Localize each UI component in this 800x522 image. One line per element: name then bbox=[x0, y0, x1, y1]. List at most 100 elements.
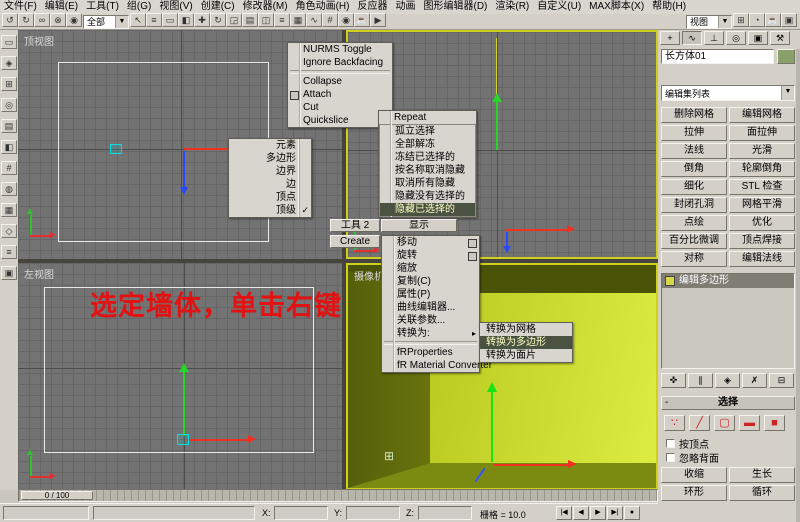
toolbar-icon[interactable]: ◔ bbox=[749, 13, 765, 27]
side-toolbar-icon[interactable]: ◈ bbox=[1, 56, 17, 70]
gizmo-x-axis[interactable] bbox=[494, 464, 568, 466]
gizmo-x-axis[interactable] bbox=[186, 439, 248, 441]
viewport-label[interactable]: 左视图 bbox=[24, 266, 54, 281]
modifier-button[interactable]: 对称 bbox=[661, 251, 727, 267]
menu-item[interactable]: 关联参数... bbox=[382, 314, 479, 327]
stack-tool-icon[interactable]: ✗ bbox=[742, 373, 767, 388]
side-toolbar-icon[interactable]: ▤ bbox=[1, 119, 17, 133]
menu-item[interactable]: 组(G) bbox=[123, 0, 155, 14]
playback-button-icon[interactable]: ◀ bbox=[573, 506, 589, 520]
quad-item-create[interactable]: Create bbox=[330, 235, 380, 248]
tab-modify-icon[interactable]: ∿ bbox=[682, 31, 702, 45]
x-coordinate-field[interactable] bbox=[274, 506, 328, 520]
toolbar-icon[interactable]: ⊞ bbox=[733, 13, 749, 27]
subobject-level-icon[interactable]: ▬ bbox=[739, 415, 760, 431]
modifier-button[interactable]: 封闭孔洞 bbox=[661, 197, 727, 213]
toolbar-icon[interactable]: ◉ bbox=[66, 13, 82, 27]
menu-item[interactable]: NURMS Toggle bbox=[288, 43, 392, 56]
y-coordinate-field[interactable] bbox=[346, 506, 400, 520]
menu-item[interactable]: Collapse bbox=[288, 75, 392, 88]
modifier-button[interactable]: 编辑网格 bbox=[729, 107, 795, 123]
stack-tool-icon[interactable]: ∥ bbox=[688, 373, 713, 388]
object-name-field[interactable]: 长方体01 bbox=[661, 49, 774, 64]
menu-item[interactable]: 移动 bbox=[382, 236, 479, 249]
menu-item[interactable]: Quickslice bbox=[288, 114, 392, 127]
playback-button-icon[interactable]: ▶ bbox=[590, 506, 606, 520]
menu-item[interactable]: MAX脚本(X) bbox=[585, 0, 648, 14]
toolbar-icon[interactable]: ⊗ bbox=[50, 13, 66, 27]
subobject-level-icon[interactable]: ∵ bbox=[664, 415, 685, 431]
menu-item[interactable]: 属性(P) bbox=[382, 288, 479, 301]
modifier-button[interactable]: 法线 bbox=[661, 143, 727, 159]
modifier-button[interactable]: 细化 bbox=[661, 179, 727, 195]
gizmo-y-axis[interactable] bbox=[183, 372, 185, 436]
menu-item[interactable]: 反应器 bbox=[353, 0, 391, 14]
by-vertex-checkbox[interactable]: 按顶点 bbox=[666, 436, 709, 451]
toolbar-icon[interactable]: ▭ bbox=[162, 13, 178, 27]
menu-item[interactable]: 转换为: ▸ bbox=[382, 327, 479, 340]
menu-item[interactable]: 创建(C) bbox=[197, 0, 239, 14]
stack-tool-icon[interactable]: ◈ bbox=[715, 373, 740, 388]
toolbar-icon[interactable]: # bbox=[322, 13, 338, 27]
menu-item[interactable]: 顶点 bbox=[229, 191, 311, 204]
menu-item[interactable]: Attach bbox=[288, 88, 392, 101]
toolbar-icon[interactable]: ▣ bbox=[781, 13, 797, 27]
viewport-label[interactable]: 顶视图 bbox=[24, 33, 54, 48]
toolbar-icon[interactable]: ≡ bbox=[146, 13, 162, 27]
selection-button[interactable]: 收缩 bbox=[661, 467, 727, 483]
menu-item[interactable]: 渲染(R) bbox=[491, 0, 533, 14]
checkbox-icon[interactable] bbox=[666, 439, 675, 448]
modifier-button[interactable]: 面拉伸 bbox=[729, 125, 795, 141]
modifier-button[interactable]: 光滑 bbox=[729, 143, 795, 159]
gizmo-z-axis[interactable] bbox=[506, 232, 508, 246]
modifier-button[interactable]: 点绘 bbox=[661, 215, 727, 231]
subobject-level-icon[interactable]: ■ bbox=[764, 415, 785, 431]
menu-item[interactable]: 工具(T) bbox=[82, 0, 123, 14]
tab-motion-icon[interactable]: ◎ bbox=[726, 31, 746, 45]
selection-button[interactable]: 环形 bbox=[661, 485, 727, 501]
toolbar-icon[interactable]: ▶ bbox=[370, 13, 386, 27]
menu-item[interactable]: Repeat bbox=[379, 111, 476, 124]
toolbar-icon[interactable]: ∿ bbox=[306, 13, 322, 27]
toolbar-icon[interactable]: ◉ bbox=[338, 13, 354, 27]
menu-item[interactable]: 边 bbox=[229, 178, 311, 191]
menu-item[interactable]: 全部解冻 bbox=[380, 138, 475, 151]
toolbar-icon[interactable]: ◲ bbox=[226, 13, 242, 27]
menu-item[interactable]: 隐藏没有选择的 bbox=[380, 190, 475, 203]
modifier-stack[interactable]: 编辑多边形 bbox=[661, 273, 795, 369]
side-toolbar-icon[interactable]: ◇ bbox=[1, 224, 17, 238]
panel-scrollbar[interactable] bbox=[796, 49, 800, 522]
menu-item[interactable]: Ignore Backfacing bbox=[288, 56, 392, 69]
gizmo-y-axis[interactable] bbox=[183, 151, 185, 187]
toolbar-icon[interactable]: ✚ bbox=[194, 13, 210, 27]
settings-box-icon[interactable] bbox=[468, 239, 477, 248]
stack-tool-icon[interactable]: ⊟ bbox=[769, 373, 794, 388]
playback-button-icon[interactable]: ▶| bbox=[607, 506, 623, 520]
modifier-button[interactable]: 拉伸 bbox=[661, 125, 727, 141]
subobject-level-icon[interactable]: ▢ bbox=[714, 415, 735, 431]
side-toolbar-icon[interactable]: ▦ bbox=[1, 203, 17, 217]
settings-box-icon[interactable] bbox=[290, 91, 299, 100]
gizmo-x-axis[interactable] bbox=[505, 229, 567, 231]
time-slider-handle[interactable]: 0 / 100 bbox=[21, 491, 93, 500]
modifier-button[interactable]: 顶点焊接 bbox=[729, 233, 795, 249]
selection-button[interactable]: 生长 bbox=[729, 467, 795, 483]
tab-hierarchy-icon[interactable]: ⊥ bbox=[704, 31, 724, 45]
playback-button-icon[interactable]: |◀ bbox=[556, 506, 572, 520]
selection-button[interactable]: 循环 bbox=[729, 485, 795, 501]
reference-coordinate-dropdown[interactable]: 视图 ▼ bbox=[686, 14, 732, 29]
menu-item[interactable]: 视图(V) bbox=[155, 0, 196, 14]
z-coordinate-field[interactable] bbox=[418, 506, 472, 520]
menu-item[interactable]: 曲线编辑器... bbox=[382, 301, 479, 314]
toolbar-icon[interactable]: ≡ bbox=[274, 13, 290, 27]
tab-display-icon[interactable]: ▣ bbox=[748, 31, 768, 45]
toolbar-icon[interactable]: ◫ bbox=[258, 13, 274, 27]
time-slider-track[interactable]: 0 / 100 bbox=[18, 489, 658, 502]
modifier-button[interactable]: 轮廓倒角 bbox=[729, 161, 795, 177]
side-toolbar-icon[interactable]: ⊞ bbox=[1, 77, 17, 91]
menu-item[interactable]: 文件(F) bbox=[0, 0, 41, 14]
toolbar-icon[interactable]: ▤ bbox=[242, 13, 258, 27]
menu-item[interactable]: 按名称取消隐藏 bbox=[380, 164, 475, 177]
menu-item[interactable]: 角色动画(H) bbox=[292, 0, 354, 14]
menu-item[interactable]: 动画 bbox=[391, 0, 419, 14]
